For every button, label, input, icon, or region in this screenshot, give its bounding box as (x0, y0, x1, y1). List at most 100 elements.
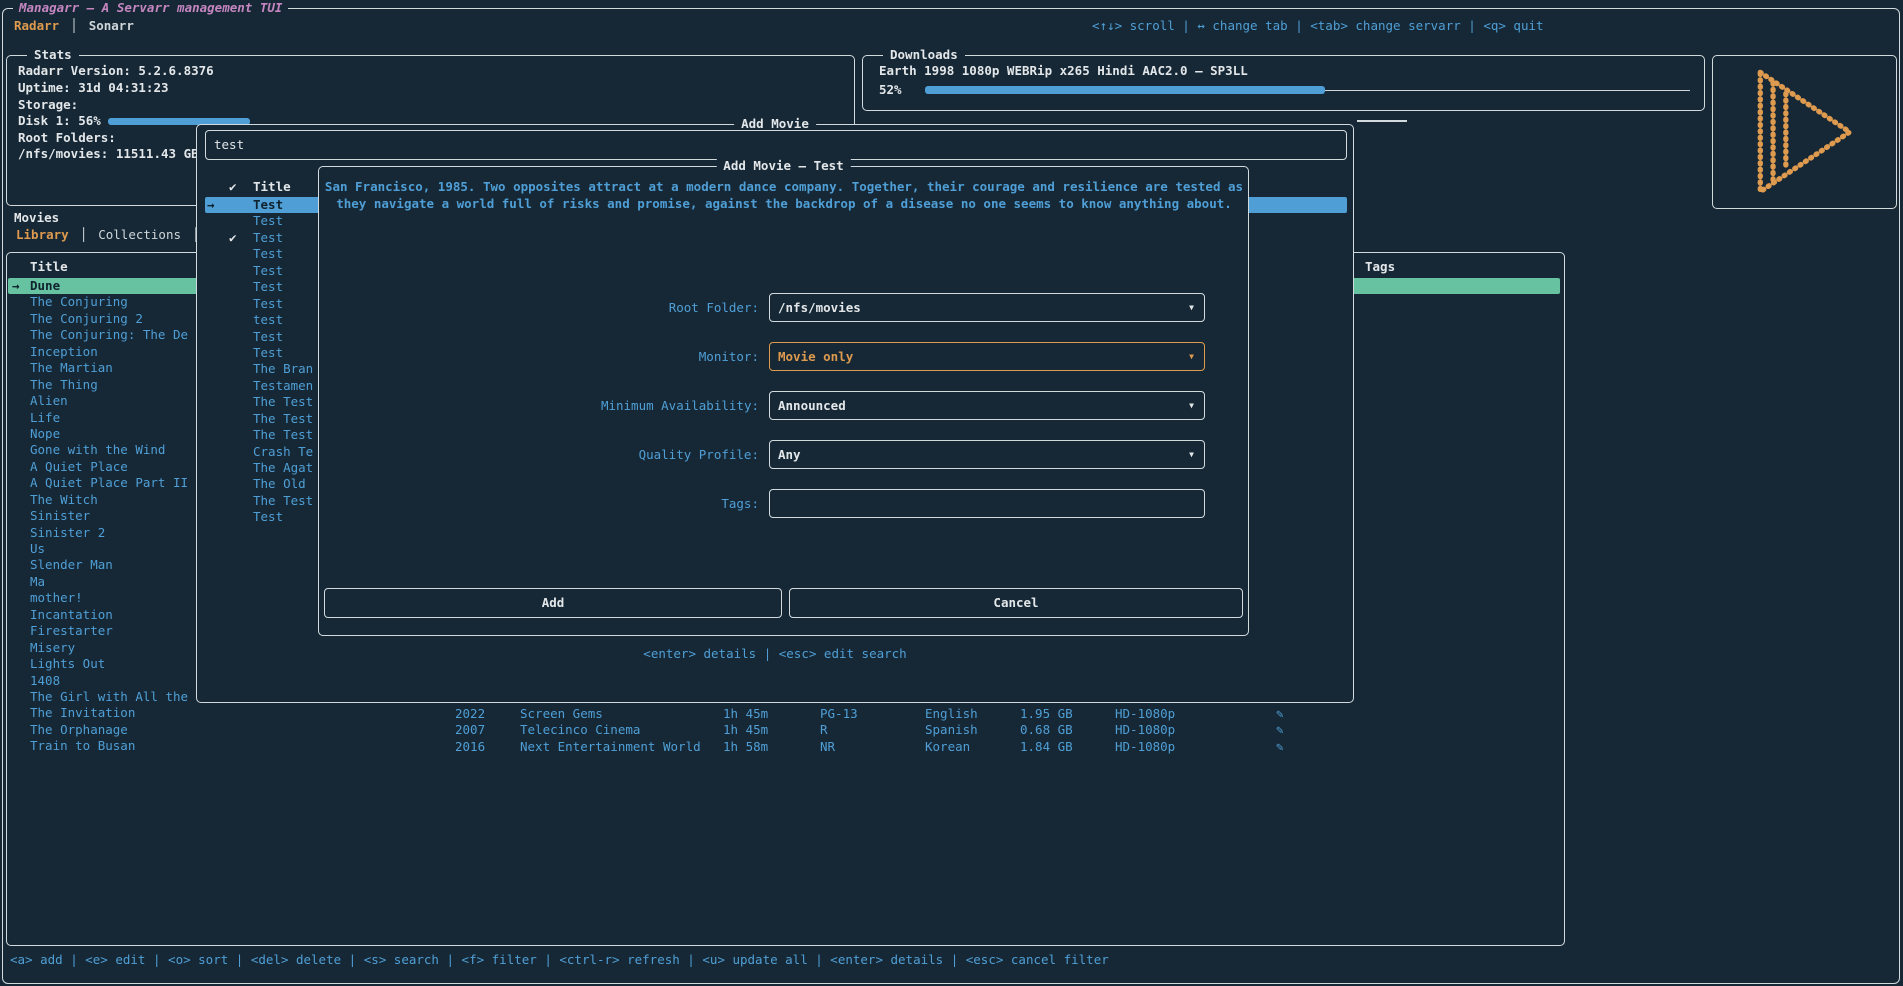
add-button[interactable]: Add (324, 588, 782, 618)
cell-rating: NR (820, 739, 835, 755)
movie-list-item[interactable]: Ma (8, 574, 190, 590)
cell-studio: Screen Gems (520, 706, 603, 722)
table-row[interactable]: 2022 Screen Gems 1h 45m PG-13 English 1.… (0, 706, 1560, 723)
movie-list-item[interactable]: mother! (8, 590, 190, 606)
root-folders-header: Root Folders: (18, 130, 116, 145)
cell-quality: HD-1080p (1115, 739, 1175, 755)
movies-section-title: Movies (14, 210, 59, 226)
table-row[interactable]: 2016 Next Entertainment World 1h 58m NR … (0, 739, 1560, 756)
movie-list-item[interactable]: The Witch (8, 492, 190, 508)
dropdown-arrow-icon: ▼ (1189, 401, 1194, 411)
cell-year: 2016 (455, 739, 485, 755)
movie-list: →Dune The Conjuring The Conjuring 2 The … (8, 278, 190, 755)
movie-list-item[interactable]: 1408 (8, 673, 190, 689)
tags-input[interactable] (769, 489, 1205, 518)
cell-studio: Telecinco Cinema (520, 722, 640, 738)
movie-list-item[interactable]: The Girl with All the (8, 689, 190, 705)
movie-list-item[interactable]: Inception (8, 344, 190, 360)
app-title: Managarr – A Servarr management TUI (13, 0, 288, 15)
download-progress: 52% (879, 82, 1692, 98)
movie-list-item[interactable]: The Martian (8, 360, 190, 376)
cell-studio: Next Entertainment World (520, 739, 701, 755)
movie-list-item[interactable]: Nope (8, 426, 190, 442)
managarr-terminal: { "colors": { "background": "#162836", "… (0, 0, 1903, 986)
minimum-availability-label: Minimum Availability: (329, 391, 769, 420)
disk-usage-label: Disk 1: 56% (18, 113, 101, 128)
movie-list-item[interactable]: Gone with the Wind (8, 442, 190, 458)
movie-search-input[interactable]: test (205, 130, 1347, 160)
library-tabs: Library │ Collections │ (16, 227, 200, 243)
movie-list-item[interactable]: Sinister 2 (8, 525, 190, 541)
tags-field: Tags: (329, 489, 1238, 518)
in-library-check-icon: ✔ (229, 230, 253, 246)
quality-profile-field: Quality Profile: Any ▼ (329, 440, 1238, 469)
column-header-tags: Tags (1365, 259, 1395, 275)
root-folder-label: Root Folder: (329, 293, 769, 322)
movie-list-item[interactable]: The Thing (8, 377, 190, 393)
download-progress-fill (925, 86, 1325, 94)
cell-language: English (925, 706, 978, 722)
dropdown-arrow-icon: ▼ (1189, 303, 1194, 313)
minimum-availability-field: Minimum Availability: Announced ▼ (329, 391, 1238, 420)
tags-label: Tags: (329, 489, 769, 518)
cell-language: Korean (925, 739, 970, 755)
cell-size: 0.68 GB (1020, 722, 1073, 738)
tab-sonarr[interactable]: Sonarr (89, 18, 134, 34)
results-title-header: Title (253, 179, 291, 195)
tab-separator: │ (70, 18, 78, 34)
quality-profile-select[interactable]: Any ▼ (769, 440, 1205, 469)
movie-list-item[interactable]: Us (8, 541, 190, 557)
tab-library[interactable]: Library (16, 227, 69, 243)
stats-panel-title: Stats (27, 47, 79, 63)
minimum-availability-select[interactable]: Announced ▼ (769, 391, 1205, 420)
in-library-check-icon: ✔ (229, 179, 253, 195)
dropdown-arrow-icon: ▼ (1189, 352, 1194, 362)
movie-list-item[interactable]: Slender Man (8, 557, 190, 573)
movie-list-item[interactable]: Alien (8, 393, 190, 409)
tab-radarr[interactable]: Radarr (14, 18, 59, 34)
download-item: Earth 1998 1080p WEBRip x265 Hindi AAC2.… (879, 63, 1248, 78)
cell-year: 2022 (455, 706, 485, 722)
monitor-field: Monitor: Movie only ▼ (329, 342, 1238, 371)
downloads-panel-title: Downloads (883, 47, 965, 63)
selection-arrow-icon: → (205, 197, 229, 213)
edit-tag-icon: ✎ (1276, 706, 1284, 722)
top-keybindings: <↑↓> scroll | ↔ change tab | <tab> chang… (1092, 18, 1544, 34)
cell-runtime: 1h 45m (723, 706, 768, 722)
movie-list-item[interactable]: Firestarter (8, 623, 190, 639)
library-tab-separator: │ (80, 227, 88, 243)
add-movie-modal-title: Add Movie – Test (716, 158, 850, 174)
tab-collections[interactable]: Collections (98, 227, 181, 243)
movie-search-value: test (206, 131, 1346, 159)
table-row[interactable]: 2007 Telecinco Cinema 1h 45m R Spanish 0… (0, 722, 1560, 739)
movie-list-item[interactable]: A Quiet Place Part II (8, 475, 190, 491)
movie-list-item[interactable]: Sinister (8, 508, 190, 524)
cell-runtime: 1h 58m (723, 739, 768, 755)
movie-list-item[interactable]: Lights Out (8, 656, 190, 672)
movie-list-item[interactable]: The Conjuring: The De (8, 327, 190, 343)
cell-quality: HD-1080p (1115, 722, 1175, 738)
cell-year: 2007 (455, 722, 485, 738)
dropdown-arrow-icon: ▼ (1189, 450, 1194, 460)
panel-border-fragment (1357, 120, 1407, 122)
storage-header: Storage: (18, 97, 78, 112)
movie-list-item[interactable]: The Conjuring 2 (8, 311, 190, 327)
popup-keybindings: <enter> details | <esc> edit search (197, 646, 1353, 662)
movie-list-item[interactable]: Incantation (8, 607, 190, 623)
cell-quality: HD-1080p (1115, 706, 1175, 722)
movie-list-item[interactable]: A Quiet Place (8, 459, 190, 475)
monitor-select[interactable]: Movie only ▼ (769, 342, 1205, 371)
root-folder-select[interactable]: /nfs/movies ▼ (769, 293, 1205, 322)
cell-language: Spanish (925, 722, 978, 738)
cell-runtime: 1h 45m (723, 722, 768, 738)
selection-arrow-icon: → (12, 278, 20, 294)
uptime: Uptime: 31d 04:31:23 (18, 80, 169, 95)
movie-list-item[interactable]: Life (8, 410, 190, 426)
movie-list-item[interactable]: Misery (8, 640, 190, 656)
root-folder-line: /nfs/movies: 11511.43 GB (18, 146, 199, 161)
servarr-tabbar: Radarr │ Sonarr (14, 18, 134, 34)
movie-list-item[interactable]: The Conjuring (8, 294, 190, 310)
modal-buttons: Add Cancel (324, 588, 1243, 618)
footer-keybindings: <a> add | <e> edit | <o> sort | <del> de… (10, 952, 1109, 968)
cancel-button[interactable]: Cancel (789, 588, 1243, 618)
